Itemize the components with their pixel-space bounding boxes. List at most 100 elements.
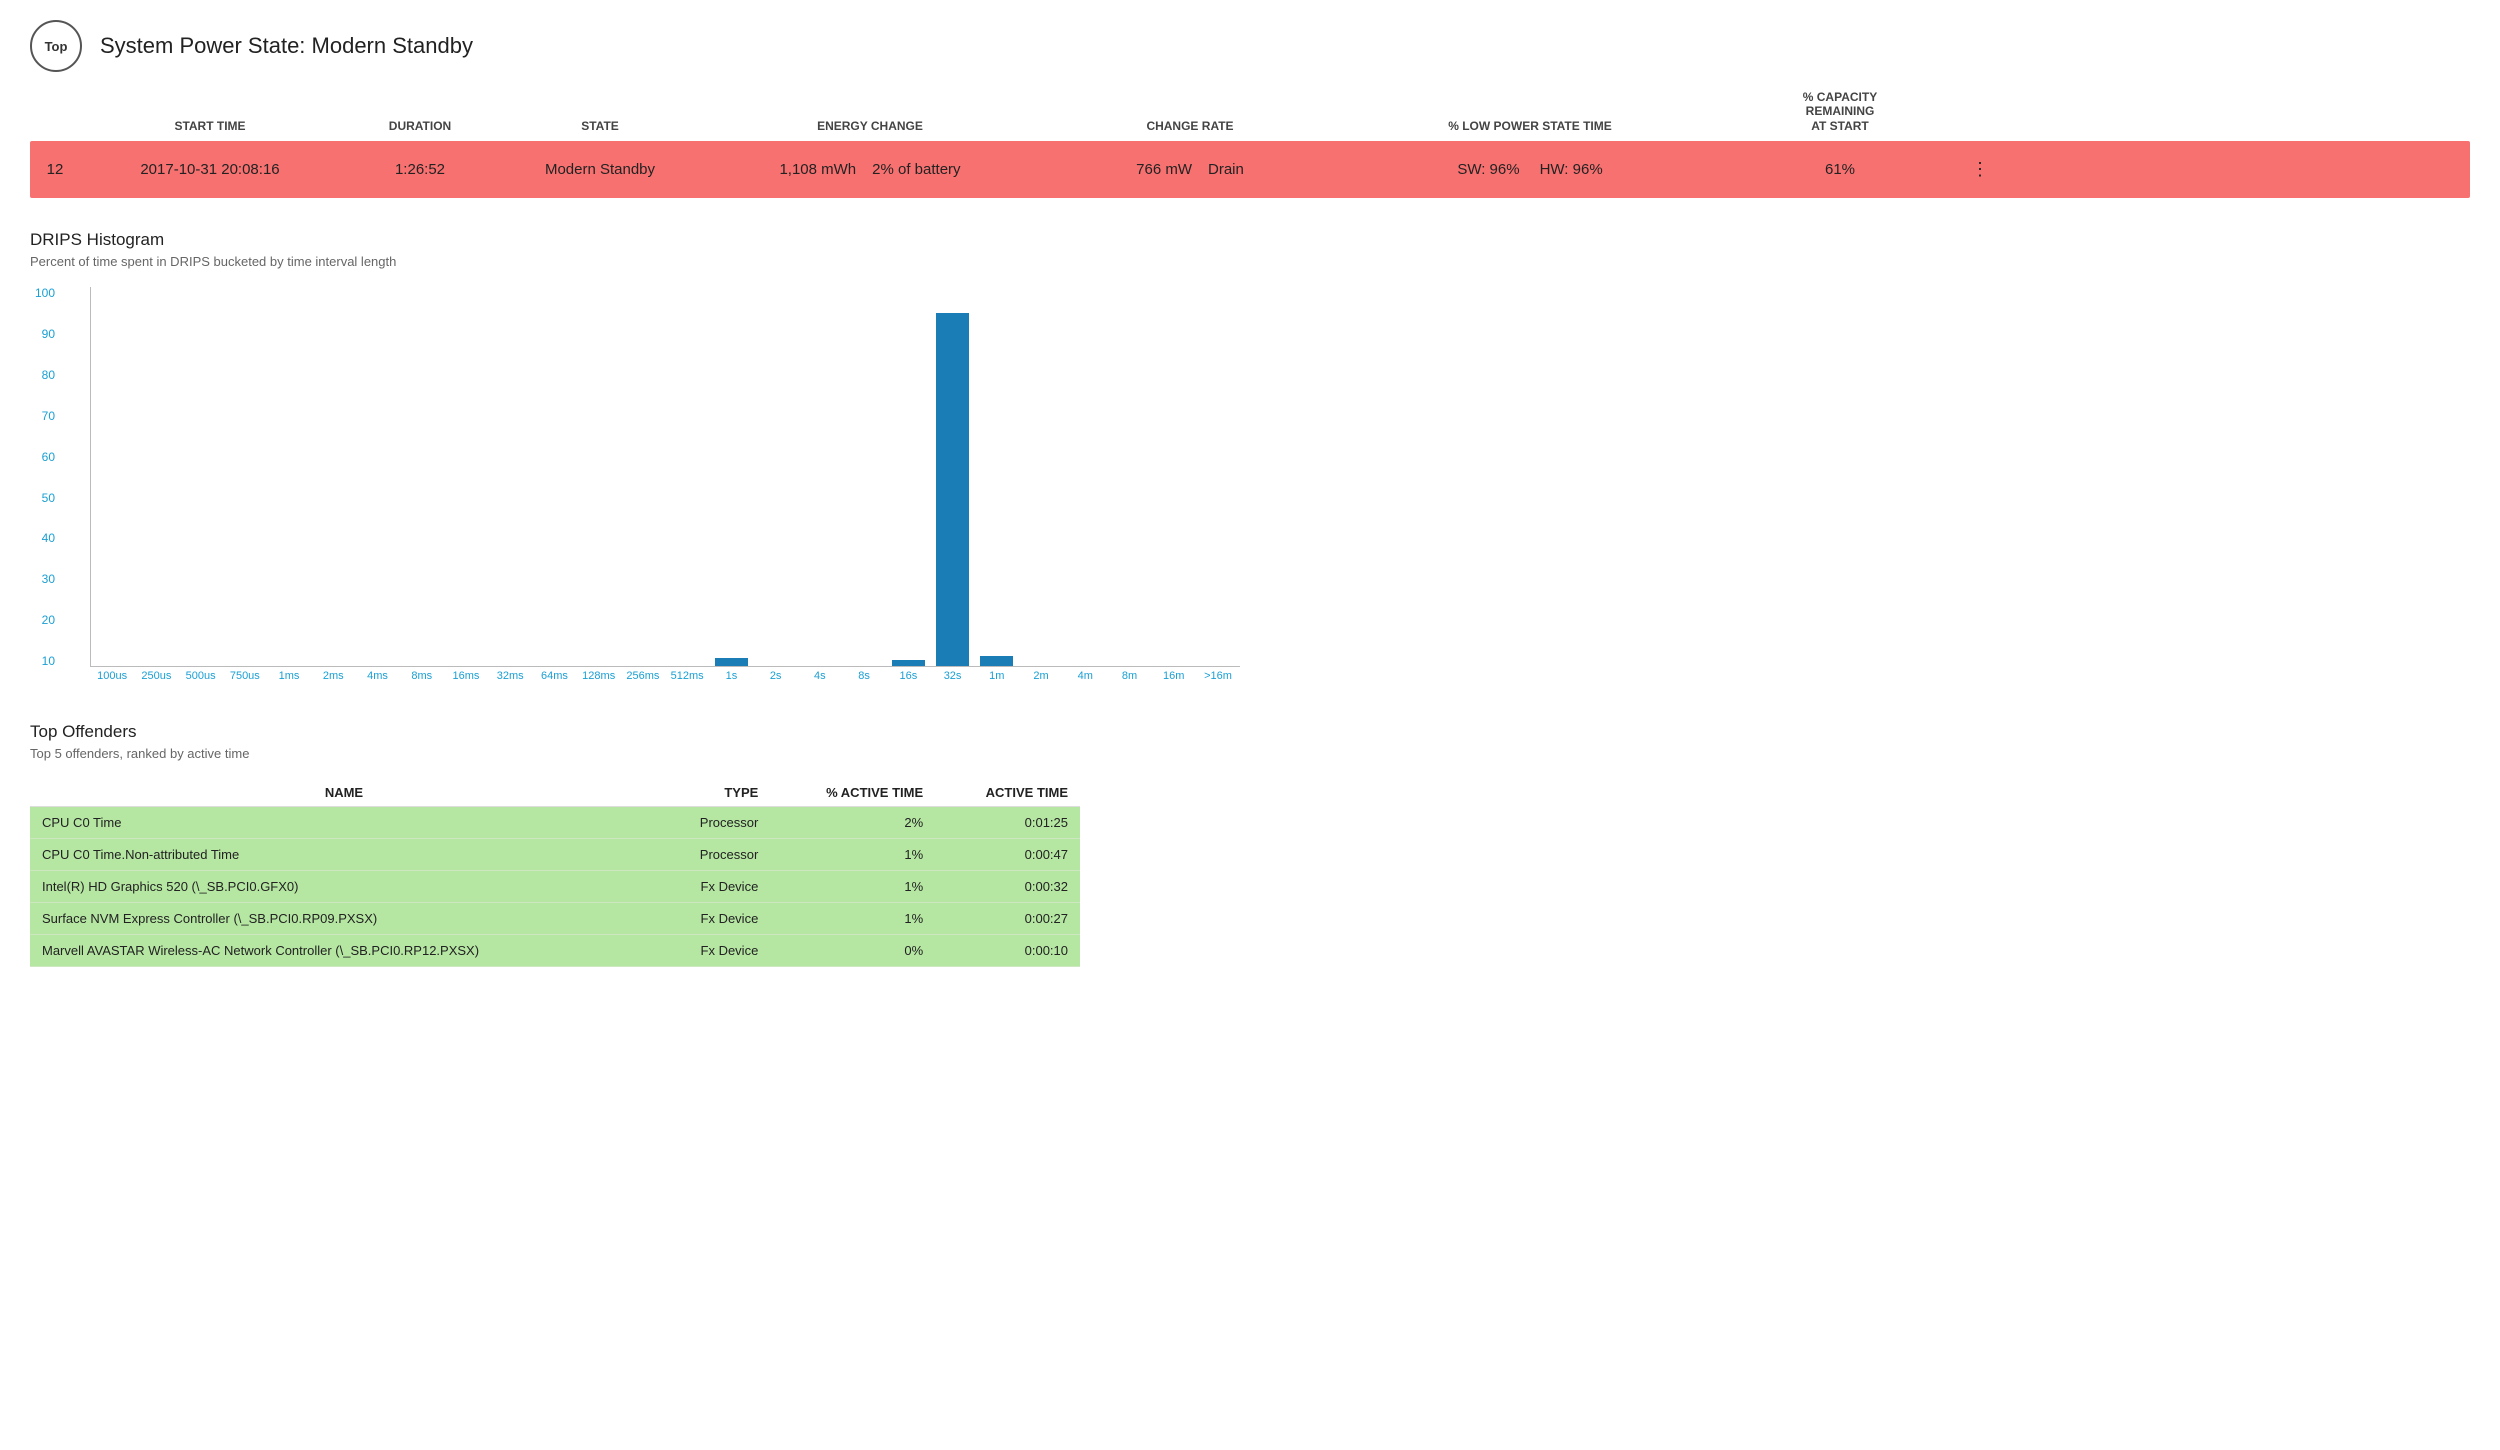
col-duration: DURATION xyxy=(340,119,500,133)
col-header-type: TYPE xyxy=(658,779,770,807)
offender-time-4: 0:00:10 xyxy=(935,935,1080,967)
y-label-70: 70 xyxy=(42,410,55,422)
col-start-time: START TIME xyxy=(80,119,340,133)
col-energy-change: ENERGY CHANGE xyxy=(700,119,1040,133)
row-duration: 1:26:52 xyxy=(340,151,500,188)
x-label-64ms: 64ms xyxy=(532,670,576,682)
offender-row-3: Surface NVM Express Controller (\_SB.PCI… xyxy=(30,903,1080,935)
x-label-1m: 1m xyxy=(975,670,1019,682)
x-label-16m: 16m xyxy=(1152,670,1196,682)
bar-32ms xyxy=(489,287,533,666)
row-energy-change: 1,108 mWh 2% of battery xyxy=(700,141,1040,198)
offender-time-1: 0:00:47 xyxy=(935,839,1080,871)
x-label-8ms: 8ms xyxy=(400,670,444,682)
x-label-128ms: 128ms xyxy=(577,670,621,682)
bar-16s xyxy=(886,287,930,666)
drips-section: DRIPS Histogram Percent of time spent in… xyxy=(30,230,2470,682)
low-power-sw: SW: 96% xyxy=(1447,151,1529,188)
row-change-rate: 766 mW Drain xyxy=(1040,141,1340,198)
offender-type-0: Processor xyxy=(658,807,770,839)
offender-time-3: 0:00:27 xyxy=(935,903,1080,935)
x-label-16ms: 16ms xyxy=(444,670,488,682)
row-index: 12 xyxy=(30,151,80,188)
bar-8s xyxy=(842,287,886,666)
offender-time-2: 0:00:32 xyxy=(935,871,1080,903)
bar-1ms xyxy=(268,287,312,666)
offender-pct-0: 2% xyxy=(770,807,935,839)
page-header: Top System Power State: Modern Standby xyxy=(30,20,2470,72)
rate-mw: 766 mW xyxy=(1128,151,1200,188)
bar-2m xyxy=(1019,287,1063,666)
page-title: System Power State: Modern Standby xyxy=(100,33,473,59)
offender-row-0: CPU C0 TimeProcessor2%0:01:25 xyxy=(30,807,1080,839)
x-label-256ms: 256ms xyxy=(621,670,665,682)
col-capacity: % CAPACITYREMAININGAT START xyxy=(1720,90,1960,133)
table-header: START TIME DURATION STATE ENERGY CHANGE … xyxy=(30,90,2470,139)
offender-pct-4: 0% xyxy=(770,935,935,967)
offender-name-4: Marvell AVASTAR Wireless-AC Network Cont… xyxy=(30,935,658,967)
x-label-750us: 750us xyxy=(223,670,267,682)
bar-16m xyxy=(1152,287,1196,666)
y-label-100: 100 xyxy=(35,287,55,299)
rate-drain: Drain xyxy=(1200,151,1252,188)
x-label-2s: 2s xyxy=(754,670,798,682)
row-more-button[interactable]: ⋮ xyxy=(1960,149,2000,190)
bar-2s xyxy=(754,287,798,666)
bar-8m xyxy=(1107,287,1151,666)
x-label-1ms: 1ms xyxy=(267,670,311,682)
y-label-80: 80 xyxy=(42,369,55,381)
offender-type-1: Processor xyxy=(658,839,770,871)
bar->16m xyxy=(1196,287,1240,666)
col-header-name: NAME xyxy=(30,779,658,807)
x-label-250us: 250us xyxy=(134,670,178,682)
offender-name-2: Intel(R) HD Graphics 520 (\_SB.PCI0.GFX0… xyxy=(30,871,658,903)
x-label-1s: 1s xyxy=(709,670,753,682)
top-button[interactable]: Top xyxy=(30,20,82,72)
bar-8ms xyxy=(400,287,444,666)
x-label-100us: 100us xyxy=(90,670,134,682)
bar-100us xyxy=(91,287,135,666)
bar-64ms xyxy=(533,287,577,666)
x-label-32ms: 32ms xyxy=(488,670,532,682)
offender-time-0: 0:01:25 xyxy=(935,807,1080,839)
bar-32s xyxy=(931,287,975,666)
x-label-16s: 16s xyxy=(886,670,930,682)
low-power-hw: HW: 96% xyxy=(1530,151,1613,188)
offender-type-3: Fx Device xyxy=(658,903,770,935)
col-low-power: % LOW POWER STATE TIME xyxy=(1340,119,1720,133)
y-label-60: 60 xyxy=(42,451,55,463)
x-label-4ms: 4ms xyxy=(355,670,399,682)
offender-row-1: CPU C0 Time.Non-attributed TimeProcessor… xyxy=(30,839,1080,871)
x-label-8m: 8m xyxy=(1107,670,1151,682)
offender-pct-2: 1% xyxy=(770,871,935,903)
row-low-power: SW: 96% HW: 96% xyxy=(1340,141,1720,198)
x-label-4s: 4s xyxy=(798,670,842,682)
offender-name-0: CPU C0 Time xyxy=(30,807,658,839)
bar-16ms xyxy=(445,287,489,666)
row-state: Modern Standby xyxy=(500,151,700,188)
bar-256ms xyxy=(621,287,665,666)
bar-500us xyxy=(179,287,223,666)
chart-area xyxy=(90,287,1240,667)
table-row: 12 2017-10-31 20:08:16 1:26:52 Modern St… xyxy=(30,141,2470,198)
bar-1s xyxy=(710,287,754,666)
x-label-2m: 2m xyxy=(1019,670,1063,682)
x-label-512ms: 512ms xyxy=(665,670,709,682)
y-label-10: 10 xyxy=(42,655,55,667)
bar-4s xyxy=(798,287,842,666)
y-label-20: 20 xyxy=(42,614,55,626)
x-label-32s: 32s xyxy=(930,670,974,682)
x-label-8s: 8s xyxy=(842,670,886,682)
row-start-time: 2017-10-31 20:08:16 xyxy=(80,151,340,188)
offenders-table: NAME TYPE % ACTIVE TIME ACTIVE TIME CPU … xyxy=(30,779,1080,967)
y-label-50: 50 xyxy=(42,492,55,504)
bar-4m xyxy=(1063,287,1107,666)
x-label-2ms: 2ms xyxy=(311,670,355,682)
y-label-30: 30 xyxy=(42,573,55,585)
col-header-active-time: ACTIVE TIME xyxy=(935,779,1080,807)
bar-250us xyxy=(135,287,179,666)
offenders-section: Top Offenders Top 5 offenders, ranked by… xyxy=(30,722,2470,967)
bar-512ms xyxy=(665,287,709,666)
y-label-90: 90 xyxy=(42,328,55,340)
offenders-subtitle: Top 5 offenders, ranked by active time xyxy=(30,746,2470,761)
